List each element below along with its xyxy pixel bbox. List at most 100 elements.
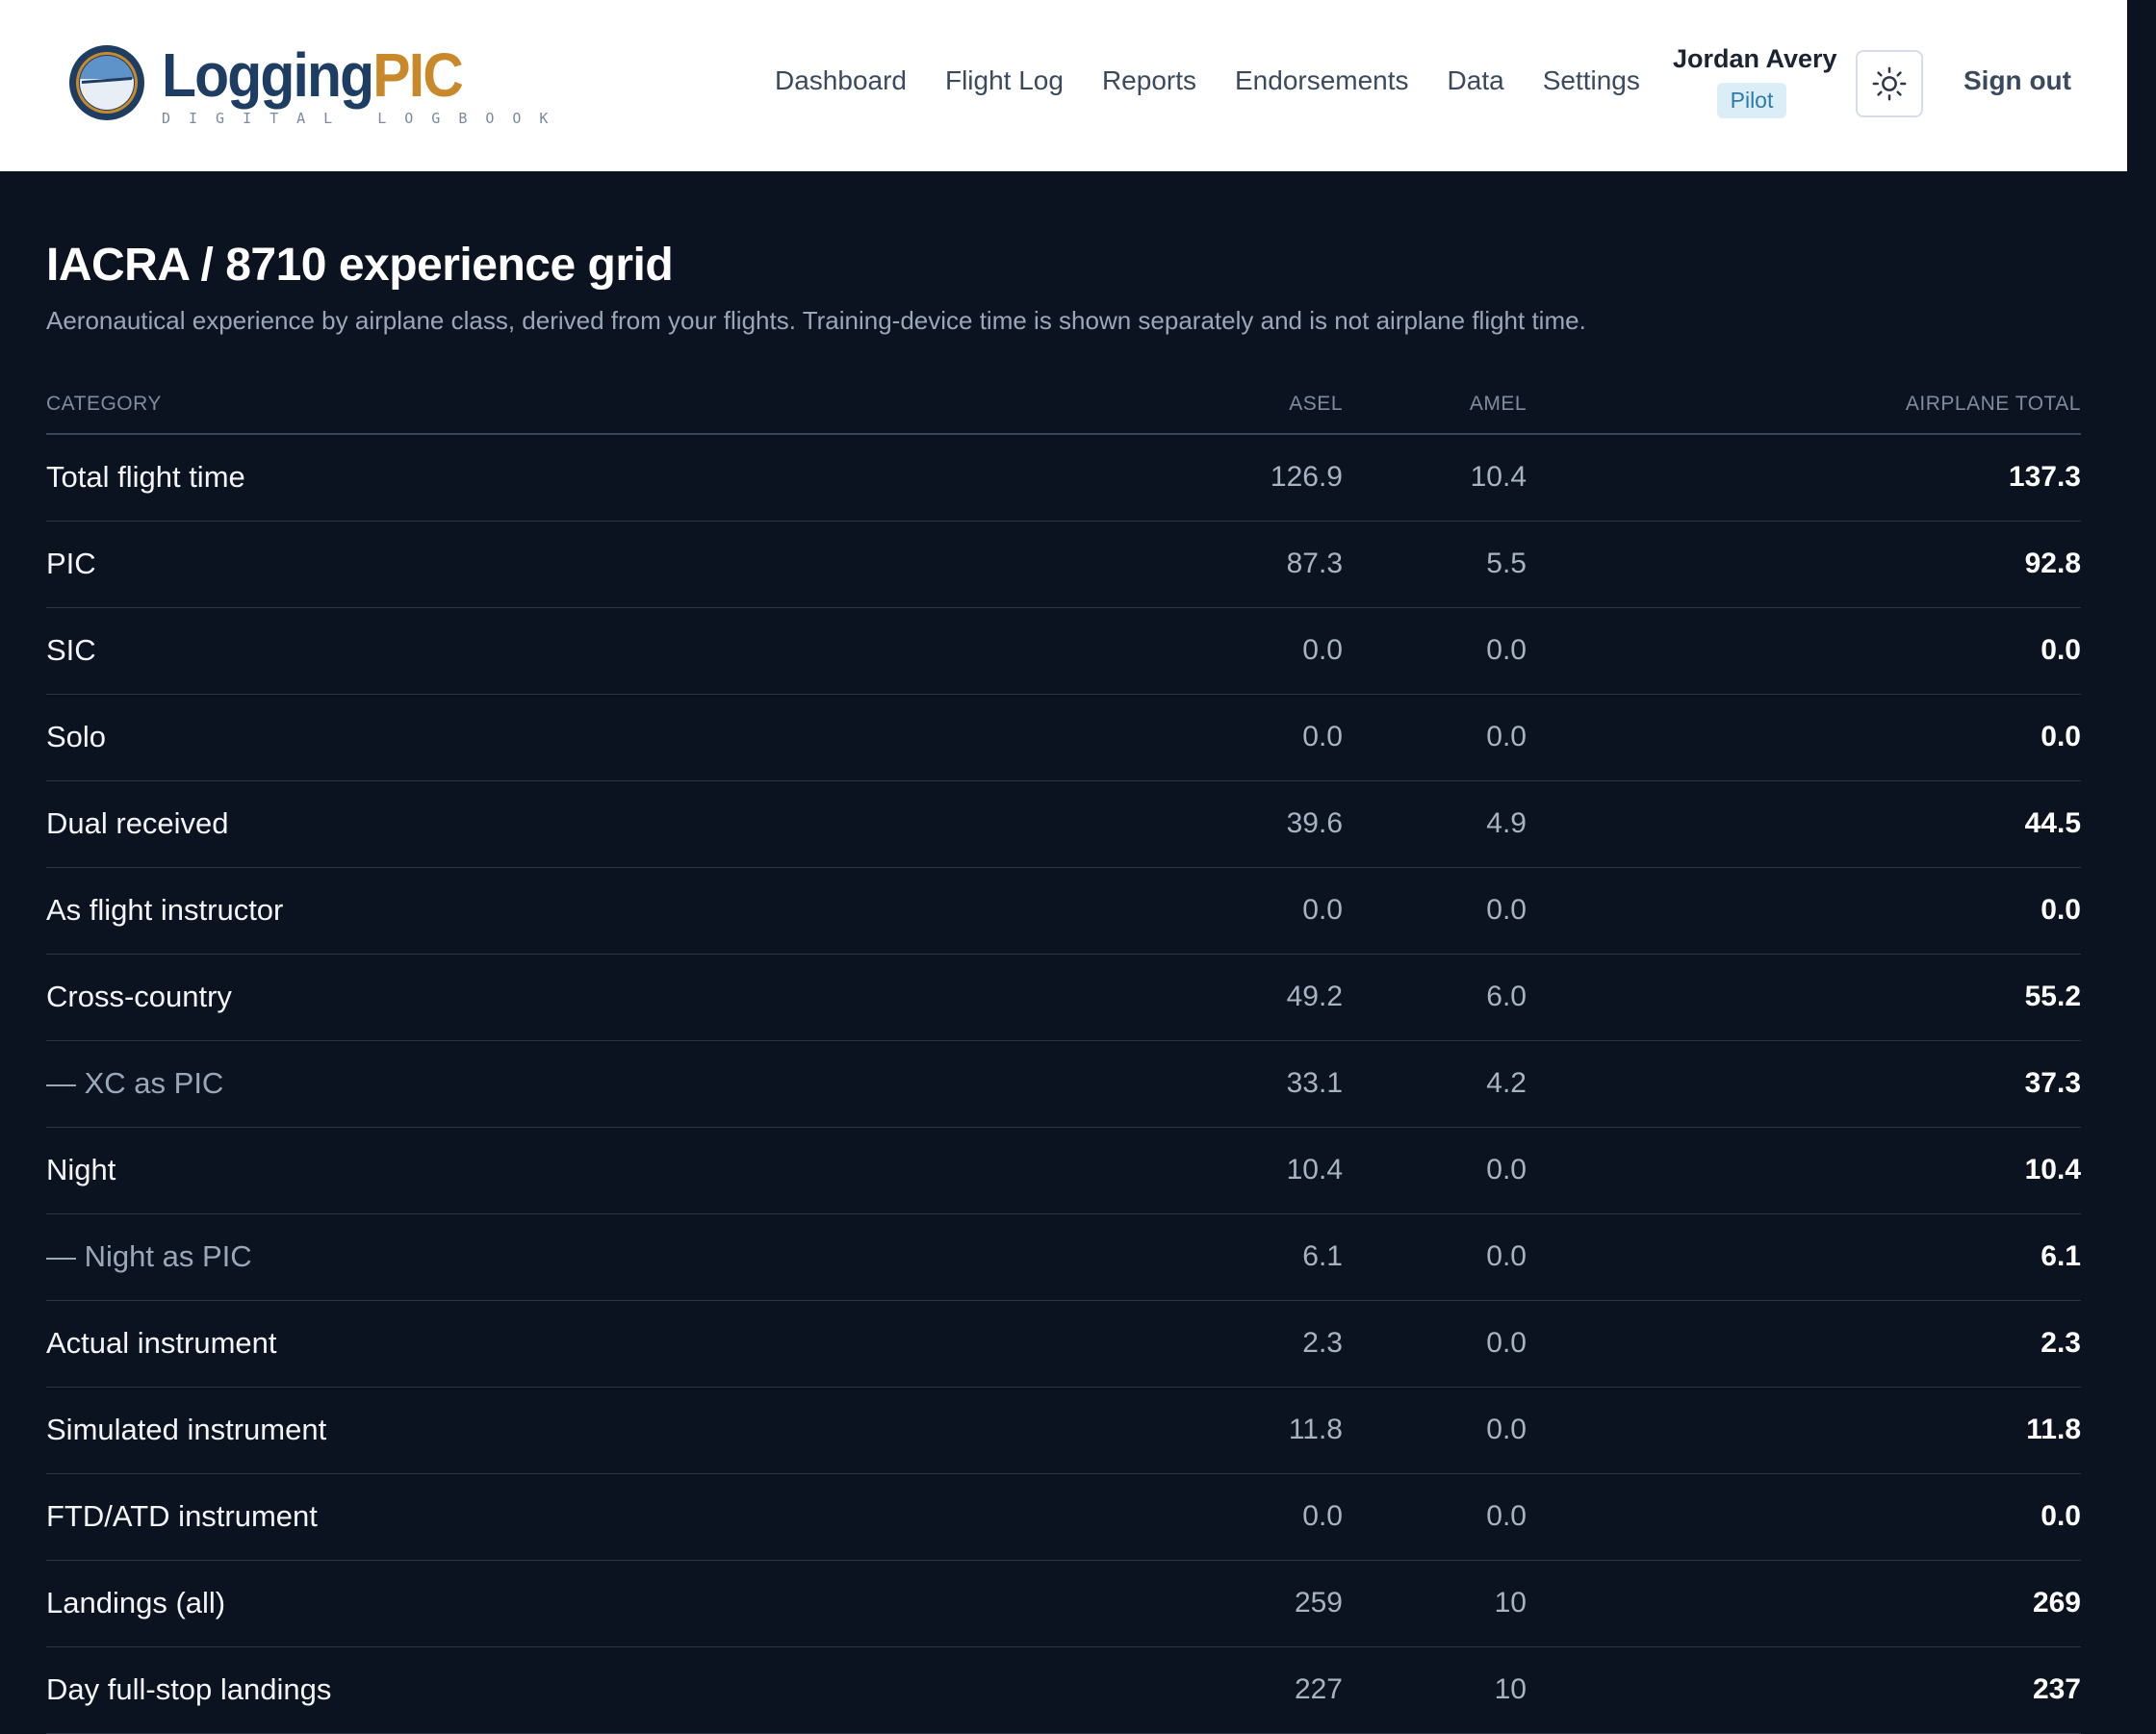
table-row: PIC 87.3 5.5 92.8 [46, 522, 2081, 608]
row-asel-value: 227 [1294, 1673, 1343, 1705]
row-asel-value: 39.6 [1286, 807, 1343, 839]
row-category: Night [46, 1153, 116, 1186]
row-amel-value: 0.0 [1486, 721, 1527, 752]
top-header: LoggingPIC DIGITAL LOGBOOK Dashboard Fli… [0, 0, 2127, 171]
row-category: — Night as PIC [46, 1239, 252, 1273]
logo[interactable]: LoggingPIC DIGITAL LOGBOOK [68, 44, 566, 127]
row-category: — XC as PIC [46, 1066, 224, 1100]
row-asel-value: 87.3 [1286, 548, 1343, 579]
row-asel-value: 49.2 [1286, 981, 1343, 1012]
row-category: Solo [46, 720, 107, 753]
table-row: Solo 0.0 0.0 0.0 [46, 695, 2081, 781]
row-category: Simulated instrument [46, 1413, 327, 1446]
row-asel-value: 259 [1294, 1587, 1343, 1619]
row-category: SIC [46, 633, 96, 667]
page-subtitle: Aeronautical experience by airplane clas… [46, 306, 1586, 335]
header-amel: AMEL [1469, 393, 1527, 415]
row-category: Landings (all) [46, 1586, 226, 1619]
row-amel-value: 0.0 [1486, 894, 1527, 926]
row-airplane-total: 44.5 [2024, 807, 2081, 839]
row-category: As flight instructor [46, 893, 284, 927]
row-asel-value: 10.4 [1286, 1154, 1343, 1186]
table-row: FTD/ATD instrument 0.0 0.0 0.0 [46, 1474, 2081, 1561]
row-amel-value: 10 [1494, 1587, 1527, 1619]
table-row: Actual instrument 2.3 0.0 2.3 [46, 1301, 2081, 1388]
table-row: SIC 0.0 0.0 0.0 [46, 608, 2081, 695]
row-asel-value: 0.0 [1302, 634, 1343, 666]
row-airplane-total: 0.0 [2040, 1500, 2081, 1532]
row-category: Total flight time [46, 460, 245, 494]
sign-out-button[interactable]: Sign out [1964, 65, 2071, 96]
row-asel-value: 33.1 [1286, 1067, 1343, 1099]
row-asel-value: 0.0 [1302, 721, 1343, 752]
table-row: As flight instructor 0.0 0.0 0.0 [46, 868, 2081, 955]
row-airplane-total: 10.4 [2024, 1154, 2081, 1186]
row-amel-value: 0.0 [1486, 1154, 1527, 1186]
row-airplane-total: 6.1 [2040, 1240, 2081, 1272]
row-airplane-total: 2.3 [2040, 1327, 2081, 1359]
nav-settings[interactable]: Settings [1543, 65, 1640, 96]
table-row: Simulated instrument 11.8 0.0 11.8 [46, 1388, 2081, 1474]
logo-word-primary: Logging [162, 40, 374, 110]
row-airplane-total: 0.0 [2040, 634, 2081, 666]
row-amel-value: 0.0 [1486, 1500, 1527, 1532]
row-asel-value: 2.3 [1302, 1327, 1343, 1359]
row-airplane-total: 269 [2032, 1587, 2081, 1619]
row-airplane-total: 11.8 [2026, 1414, 2081, 1445]
row-amel-value: 6.0 [1486, 981, 1527, 1012]
table-row: Night 10.4 0.0 10.4 [46, 1128, 2081, 1214]
table-row: Landings (all) 259 10 269 [46, 1561, 2081, 1647]
main-content: IACRA / 8710 experience grid Aeronautica… [46, 171, 2081, 1734]
experience-grid: CATEGORY ASEL AMEL AIRPLANE TOTAL Total … [46, 383, 2081, 1734]
header-asel: ASEL [1289, 393, 1343, 415]
theme-toggle-button[interactable] [1856, 50, 1923, 117]
nav-dashboard[interactable]: Dashboard [775, 65, 907, 96]
table-row: Dual received 39.6 4.9 44.5 [46, 781, 2081, 868]
row-amel-value: 10.4 [1470, 461, 1527, 493]
row-category: PIC [46, 547, 96, 580]
row-category: FTD/ATD instrument [46, 1499, 318, 1533]
row-asel-value: 6.1 [1302, 1240, 1343, 1272]
row-amel-value: 0.0 [1486, 1240, 1527, 1272]
row-amel-value: 0.0 [1486, 634, 1527, 666]
row-amel-value: 0.0 [1486, 1327, 1527, 1359]
row-airplane-total: 0.0 [2040, 721, 2081, 752]
logo-tagline: DIGITAL LOGBOOK [162, 110, 567, 127]
user-menu[interactable]: Jordan Avery Pilot [1673, 44, 1837, 118]
row-asel-value: 0.0 [1302, 1500, 1343, 1532]
nav-reports[interactable]: Reports [1102, 65, 1196, 96]
sun-icon [1872, 66, 1907, 101]
nav-data[interactable]: Data [1448, 65, 1504, 96]
row-airplane-total: 37.3 [2024, 1067, 2081, 1099]
user-name: Jordan Avery [1673, 44, 1837, 73]
grid-body: Total flight time 126.9 10.4 137.3 PIC 87.3 5.… [46, 435, 2081, 1734]
main-nav: Dashboard Flight Log Reports Endorsement… [775, 65, 1679, 96]
table-row: — XC as PIC 33.1 4.2 37.3 [46, 1041, 2081, 1128]
logo-word-accent: PIC [372, 40, 463, 110]
role-badge: Pilot [1716, 83, 1787, 118]
row-airplane-total: 0.0 [2040, 894, 2081, 926]
nav-endorsements[interactable]: Endorsements [1235, 65, 1409, 96]
table-row: Cross-country 49.2 6.0 55.2 [46, 955, 2081, 1041]
row-amel-value: 5.5 [1486, 548, 1527, 579]
row-amel-value: 4.2 [1486, 1067, 1527, 1099]
row-category: Day full-stop landings [46, 1672, 332, 1706]
scroll-gutter [2127, 0, 2156, 1694]
row-airplane-total: 55.2 [2024, 981, 2081, 1012]
row-asel-value: 126.9 [1270, 461, 1343, 493]
row-category: Dual received [46, 806, 229, 840]
table-row: Day full-stop landings 227 10 237 [46, 1647, 2081, 1734]
table-row: Total flight time 126.9 10.4 137.3 [46, 435, 2081, 522]
grid-header: CATEGORY ASEL AMEL AIRPLANE TOTAL [46, 383, 2081, 435]
row-category: Actual instrument [46, 1326, 277, 1360]
header-category: CATEGORY [46, 393, 162, 415]
nav-flight-log[interactable]: Flight Log [945, 65, 1064, 96]
row-asel-value: 11.8 [1288, 1414, 1343, 1445]
row-amel-value: 10 [1494, 1673, 1527, 1705]
row-airplane-total: 237 [2032, 1673, 2081, 1705]
row-amel-value: 0.0 [1486, 1414, 1527, 1445]
row-category: Cross-country [46, 980, 232, 1013]
logo-mark-icon [69, 45, 144, 120]
table-row: — Night as PIC 6.1 0.0 6.1 [46, 1214, 2081, 1301]
row-airplane-total: 137.3 [2008, 461, 2081, 493]
